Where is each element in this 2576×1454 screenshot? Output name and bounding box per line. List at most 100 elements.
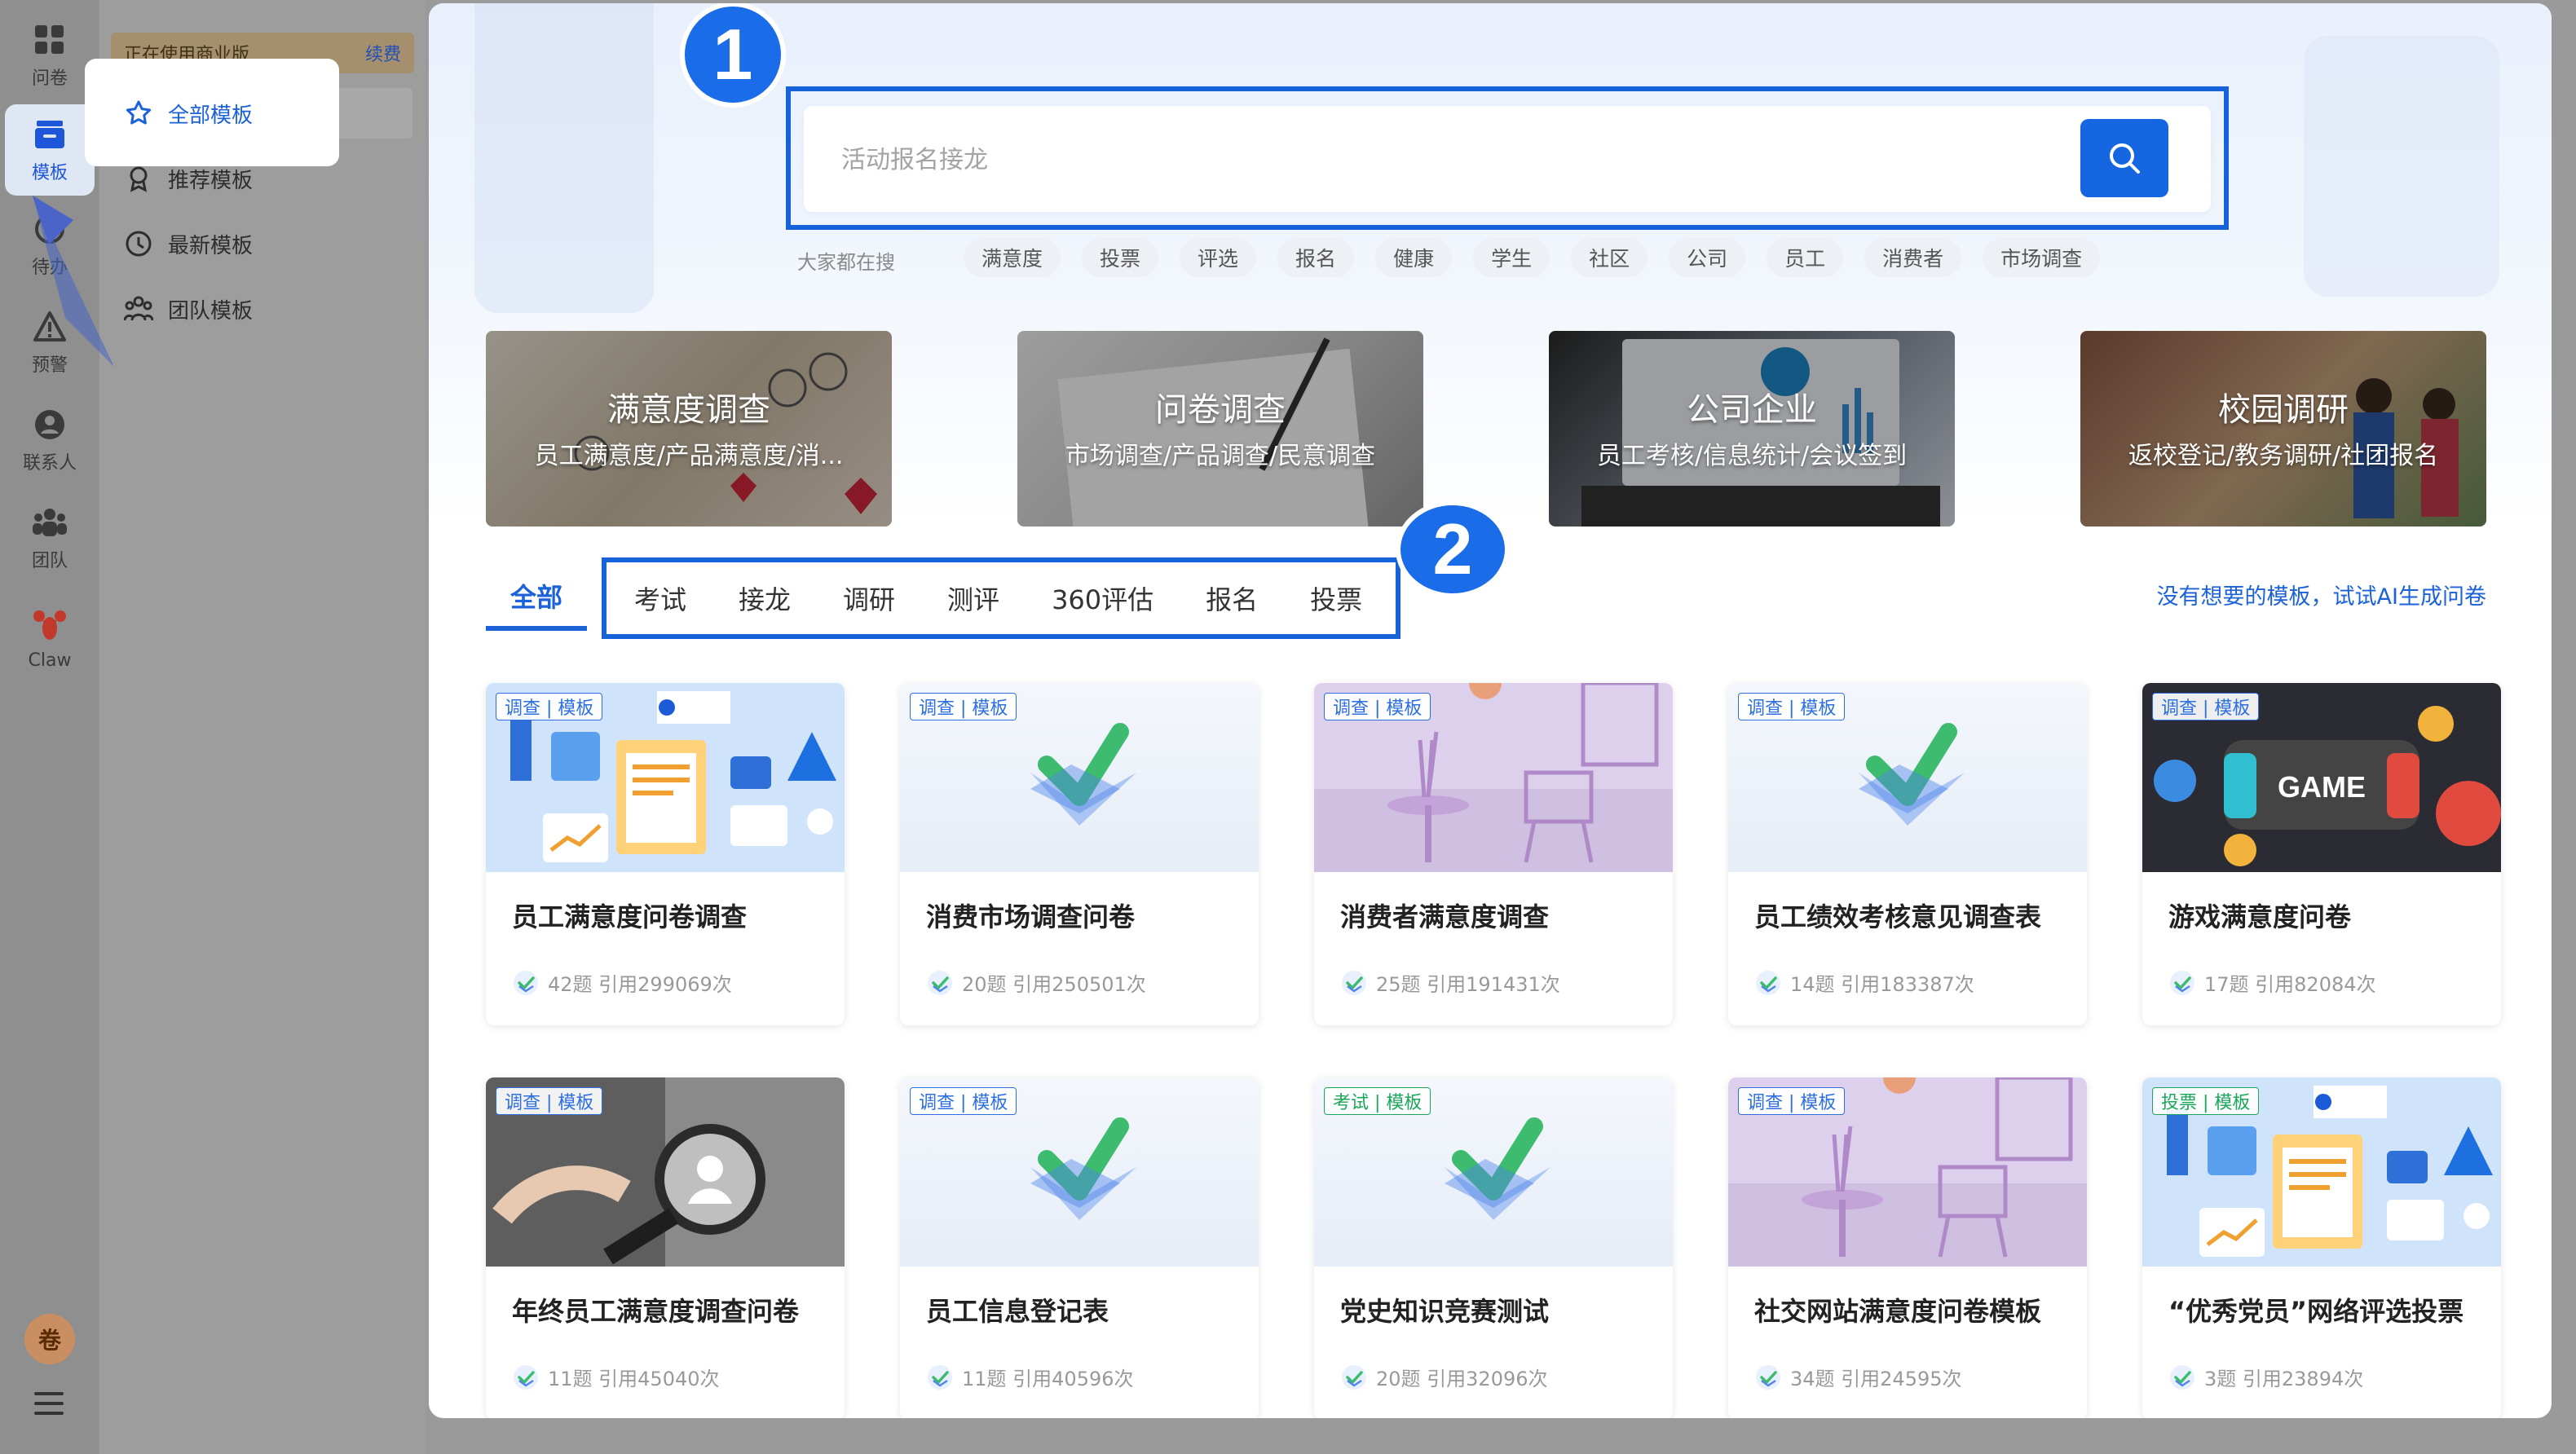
sidebar-item-latest[interactable]: 最新模板 bbox=[124, 215, 401, 272]
rail-label: 模板 bbox=[31, 163, 68, 183]
category-banners: 满意度调查 员工满意度/产品满意度/消... 问卷调查 市场调查/产品调查/民意… bbox=[486, 331, 2503, 527]
template-card[interactable]: 考试 | 模板 党史知识竞赛测试 20题 引用32096次 bbox=[1314, 1077, 1673, 1418]
template-stats: 3题 引用23894次 bbox=[2168, 1363, 2363, 1391]
tab-relay[interactable]: 接龙 bbox=[712, 574, 817, 623]
template-stats: 25题 引用191431次 bbox=[1340, 968, 1560, 997]
sidebar-item-recommended[interactable]: 推荐模板 bbox=[124, 150, 401, 207]
template-type-tag: 调查 | 模板 bbox=[496, 693, 603, 720]
rail-label: 联系人 bbox=[22, 453, 77, 474]
search-bar bbox=[804, 106, 2211, 212]
main-panel: 大家都在搜 满意度 投票 评选 报名 健康 学生 社区 公司 员工 消费者 市场… bbox=[429, 3, 2552, 1418]
template-card[interactable]: 调查 | 模板 社交网站满意度问卷模板 34题 引用24595次 bbox=[1728, 1077, 2087, 1418]
avatar[interactable]: 卷 bbox=[24, 1314, 75, 1364]
sidebar-item-label: 全部模板 bbox=[168, 103, 254, 128]
hot-tag[interactable]: 学生 bbox=[1473, 238, 1550, 277]
template-card[interactable]: GAME 调查 | 模板 游戏满意度问卷 17题 引用82084次 bbox=[2142, 683, 2501, 1025]
template-title: 年终员工满意度调查问卷 bbox=[512, 1296, 800, 1327]
banner-subtitle: 员工满意度/产品满意度/消... bbox=[534, 442, 844, 470]
template-type-tag: 调查 | 模板 bbox=[496, 1087, 603, 1115]
category-tabs: 考试 接龙 调研 测评 360评估 报名 投票 bbox=[608, 574, 1388, 623]
template-card[interactable]: 调查 | 模板 消费市场调查问卷 20题 引用250501次 bbox=[900, 683, 1259, 1025]
check-badge-icon bbox=[1342, 970, 1366, 995]
sidebar-item-team-templates[interactable]: 团队模板 bbox=[124, 280, 401, 337]
template-stats: 11题 引用45040次 bbox=[512, 1363, 720, 1391]
rail-item-questionnaire[interactable]: 问卷 bbox=[5, 10, 95, 101]
renew-link[interactable]: 续费 bbox=[365, 40, 401, 66]
rail-label: 团队 bbox=[31, 551, 68, 571]
template-usage-text: 11题 引用40596次 bbox=[962, 1368, 1134, 1390]
rail-item-claw[interactable]: Claw bbox=[5, 593, 95, 685]
template-box-icon bbox=[31, 116, 68, 153]
hot-tag[interactable]: 社区 bbox=[1571, 238, 1648, 277]
template-type-tag: 调查 | 模板 bbox=[1738, 1087, 1846, 1115]
search-input[interactable] bbox=[841, 135, 1983, 184]
sidebar-item-label: 推荐模板 bbox=[168, 168, 254, 193]
star-icon bbox=[124, 99, 153, 128]
template-card[interactable]: 投票 | 模板 “优秀党员”网络评选投票 3题 引用23894次 bbox=[2142, 1077, 2501, 1418]
rail-item-contacts[interactable]: 联系人 bbox=[5, 394, 95, 486]
template-usage-text: 20题 引用250501次 bbox=[962, 973, 1146, 996]
banner-title: 问卷调查 bbox=[1155, 391, 1286, 429]
check-badge-icon bbox=[514, 1364, 538, 1390]
banner-satisfaction[interactable]: 满意度调查 员工满意度/产品满意度/消... bbox=[486, 331, 892, 527]
tab-exam[interactable]: 考试 bbox=[608, 574, 712, 623]
search-button[interactable] bbox=[2080, 119, 2168, 197]
template-usage-text: 14题 引用183387次 bbox=[1790, 973, 1974, 996]
banner-campus[interactable]: 校园调研 返校登记/教务调研/社团报名 bbox=[2080, 331, 2486, 527]
template-stats: 42题 引用299069次 bbox=[512, 968, 732, 997]
tab-360-evaluation[interactable]: 360评估 bbox=[1026, 574, 1180, 623]
tab-assessment[interactable]: 测评 bbox=[921, 574, 1026, 623]
team-icon bbox=[31, 504, 68, 541]
template-title: 员工信息登记表 bbox=[926, 1296, 1109, 1327]
check-badge-icon bbox=[1756, 970, 1780, 995]
hot-tag[interactable]: 公司 bbox=[1669, 238, 1746, 277]
template-card[interactable]: 调查 | 模板员工满意度问卷调查 42题 引用299069次 bbox=[486, 683, 845, 1025]
template-title: 消费者满意度调查 bbox=[1340, 901, 1550, 932]
template-stats: 17题 引用82084次 bbox=[2168, 968, 2376, 997]
template-card[interactable]: 调查 | 模板 员工信息登记表 11题 引用40596次 bbox=[900, 1077, 1259, 1418]
annotation-badge-1: 1 bbox=[680, 3, 786, 108]
menu-icon[interactable] bbox=[34, 1392, 64, 1417]
hot-tag[interactable]: 评选 bbox=[1180, 238, 1257, 277]
hot-tag[interactable]: 健康 bbox=[1375, 238, 1453, 277]
tab-registration[interactable]: 报名 bbox=[1180, 574, 1284, 623]
tab-vote[interactable]: 投票 bbox=[1284, 574, 1388, 623]
ai-generate-link[interactable]: 没有想要的模板，试试AI生成问卷 bbox=[2157, 579, 2486, 610]
tab-all[interactable]: 全部 bbox=[486, 566, 587, 631]
template-usage-text: 11题 引用45040次 bbox=[548, 1368, 720, 1390]
banner-subtitle: 返校登记/教务调研/社团报名 bbox=[2128, 442, 2439, 470]
template-usage-text: 20题 引用32096次 bbox=[1376, 1368, 1548, 1390]
banner-questionnaire[interactable]: 问卷调查 市场调查/产品调查/民意调查 bbox=[1017, 331, 1423, 527]
rail-item-team[interactable]: 团队 bbox=[5, 492, 95, 584]
template-stats: 20题 引用250501次 bbox=[926, 968, 1146, 997]
template-type-tag: 调查 | 模板 bbox=[2152, 693, 2260, 720]
hot-tag[interactable]: 消费者 bbox=[1864, 238, 1962, 277]
template-card[interactable]: 调查 | 模板 员工绩效考核意见调查表 14题 引用183387次 bbox=[1728, 683, 2087, 1025]
pointer-arrow-icon bbox=[33, 196, 114, 367]
rail-item-template[interactable]: 模板 bbox=[5, 104, 95, 196]
hot-tag[interactable]: 投票 bbox=[1082, 238, 1159, 277]
template-title: “优秀党员”网络评选投票 bbox=[2168, 1296, 2464, 1327]
template-card[interactable]: 调查 | 模板 消费者满意度调查 25题 引用191431次 bbox=[1314, 683, 1673, 1025]
hot-tag[interactable]: 报名 bbox=[1277, 238, 1355, 277]
hot-tag[interactable]: 市场调查 bbox=[1983, 238, 2101, 277]
template-card[interactable]: 调查 | 模板年终员工满意度调查问卷 11题 引用45040次 bbox=[486, 1077, 845, 1418]
banner-title: 校园调研 bbox=[2218, 391, 2349, 429]
template-usage-text: 17题 引用82084次 bbox=[2204, 973, 2376, 996]
hot-tag[interactable]: 满意度 bbox=[964, 238, 1061, 277]
grid-icon bbox=[31, 21, 68, 59]
banner-subtitle: 市场调查/产品调查/民意调查 bbox=[1065, 442, 1376, 470]
template-title: 员工满意度问卷调查 bbox=[512, 901, 748, 932]
template-usage-text: 42题 引用299069次 bbox=[548, 973, 732, 996]
template-stats: 20题 引用32096次 bbox=[1340, 1363, 1548, 1391]
sidebar-item-all-templates[interactable]: 全部模板 bbox=[124, 85, 401, 142]
sidebar-item-label: 最新模板 bbox=[168, 233, 254, 258]
template-title: 党史知识竞赛测试 bbox=[1340, 1296, 1550, 1327]
check-badge-icon bbox=[514, 970, 538, 995]
template-usage-text: 34题 引用24595次 bbox=[1790, 1368, 1962, 1390]
rail-label: 问卷 bbox=[31, 68, 68, 89]
hot-tag[interactable]: 员工 bbox=[1767, 238, 1844, 277]
template-type-tag: 调查 | 模板 bbox=[1738, 693, 1846, 720]
tab-research[interactable]: 调研 bbox=[817, 574, 921, 623]
banner-company[interactable]: 公司企业 员工考核/信息统计/会议签到 bbox=[1549, 331, 1955, 527]
